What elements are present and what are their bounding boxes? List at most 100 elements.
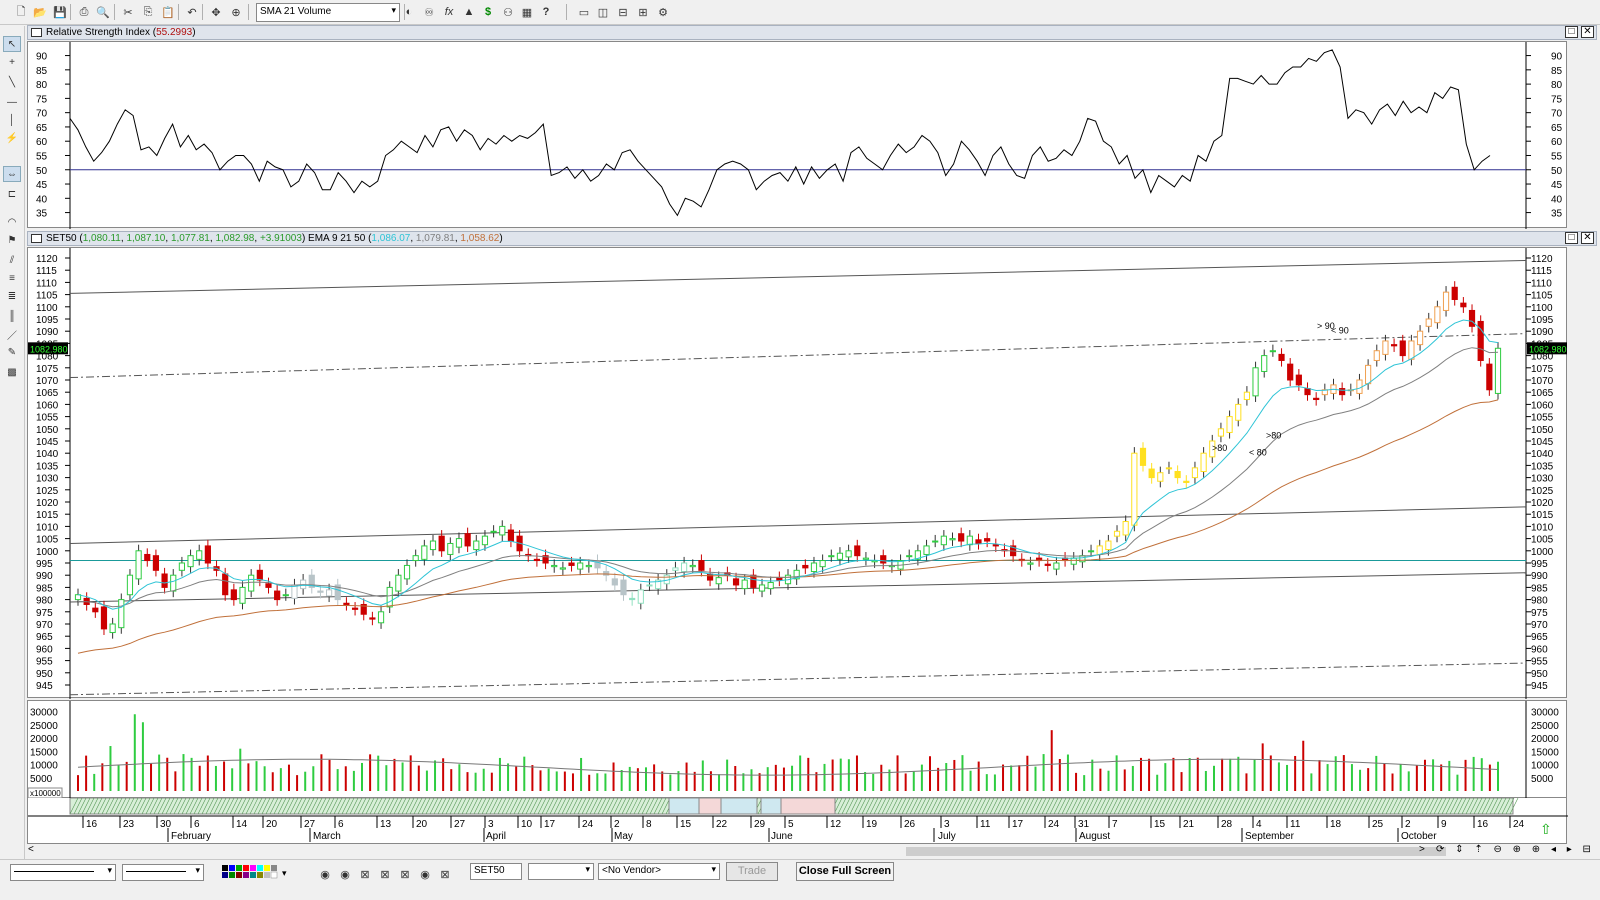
exchange-select[interactable]: ▾ bbox=[528, 863, 594, 880]
paste-icon[interactable]: 📋 bbox=[159, 3, 177, 21]
channel-icon[interactable]: ⇔ bbox=[3, 166, 21, 182]
maximize-icon[interactable]: □ bbox=[1565, 26, 1578, 38]
price-plot: 1120 11201115 11151110 11101105 11051100 1100… bbox=[28, 248, 1567, 699]
ellipse-icon[interactable]: ⊏ bbox=[3, 186, 21, 202]
color-palette[interactable]: ▾ bbox=[222, 864, 292, 881]
excel-icon[interactable]: ⊠ bbox=[376, 865, 394, 883]
maximize-icon[interactable]: □ bbox=[1565, 232, 1578, 244]
price-tick-label-left: 1055 bbox=[36, 413, 59, 424]
flag-icon[interactable]: ⚑ bbox=[3, 232, 21, 248]
day-label: 7 bbox=[1112, 819, 1118, 830]
arc-icon[interactable]: ◠ bbox=[3, 214, 21, 230]
scroll-left-icon[interactable]: < bbox=[28, 844, 34, 855]
scroll-right-icon[interactable]: > bbox=[1419, 844, 1425, 855]
price-tick-label-right: 990 bbox=[1531, 571, 1548, 582]
toggle-icon[interactable]: ◐ bbox=[400, 3, 418, 21]
crosshair-icon[interactable]: + bbox=[3, 54, 21, 70]
pan-icon[interactable]: ✥ bbox=[207, 3, 225, 21]
tile-icon[interactable]: ⊞ bbox=[634, 3, 652, 21]
candle-body bbox=[854, 545, 861, 557]
retracement-icon[interactable]: ≡ bbox=[3, 270, 21, 286]
scroll-controls-icon[interactable]: ⟳ ⇕ ⇡ ⊖ ⊕ ⊕ ◂ ▸ ⊟ bbox=[1436, 844, 1595, 855]
chrome-icon[interactable]: ◉ bbox=[416, 865, 434, 883]
zoom-icon[interactable]: ⊕ bbox=[227, 3, 245, 21]
glasses-icon[interactable]: ♾ bbox=[420, 3, 438, 21]
rsi-chart[interactable]: 90 90 85 85 80 80 75 75 70 70 65 65 60 60 55 55 50 50 45 45… bbox=[27, 41, 1567, 229]
line-width-select[interactable]: ▾ bbox=[122, 864, 204, 881]
rsi-pane-title: Relative Strength Index (55.2993) □ ✕ bbox=[27, 25, 1597, 40]
candle-body bbox=[1165, 467, 1173, 470]
dollar-icon[interactable]: $ bbox=[479, 3, 497, 21]
line-icon[interactable]: ╲ bbox=[3, 74, 21, 90]
close-full-screen-button[interactable]: Close Full Screen bbox=[796, 862, 894, 881]
brush-icon[interactable]: ✎ bbox=[3, 344, 21, 360]
line-style-select[interactable]: ▾ bbox=[10, 864, 116, 881]
binoculars-icon[interactable]: ⚇ bbox=[499, 3, 517, 21]
price-tick-label-left: 1100 bbox=[36, 303, 58, 314]
cycle-icon[interactable]: ≣ bbox=[3, 288, 21, 304]
chrome-icon[interactable]: ◉ bbox=[316, 865, 334, 883]
split-vertical-icon[interactable]: ◫ bbox=[594, 3, 612, 21]
candle-body bbox=[126, 574, 134, 596]
month-label: September bbox=[1245, 831, 1295, 842]
ema50-line bbox=[77, 399, 1499, 654]
time-lines-icon[interactable]: ║ bbox=[3, 308, 21, 324]
candle-body bbox=[1044, 563, 1051, 566]
new-icon[interactable]: 🗋 bbox=[12, 3, 30, 21]
ohlc-high: 1,087.10 bbox=[126, 233, 166, 244]
price-tick-label-left: 1115 bbox=[36, 266, 57, 277]
trend-icon[interactable]: ▲ bbox=[460, 3, 478, 21]
chrome-icon[interactable]: ◉ bbox=[336, 865, 354, 883]
print-preview-icon[interactable]: 🔍 bbox=[94, 3, 112, 21]
volume-sma-line bbox=[77, 758, 1499, 776]
trade-button[interactable]: Trade bbox=[726, 862, 778, 881]
pointer-icon[interactable]: ↖ bbox=[3, 36, 21, 52]
candle-body bbox=[906, 555, 913, 558]
excel-icon[interactable]: ⊠ bbox=[436, 865, 454, 883]
print-icon[interactable]: ⎙ bbox=[75, 3, 93, 21]
horizontal-line-icon[interactable]: — bbox=[3, 94, 21, 110]
fibonacci-icon[interactable]: ⚡ bbox=[3, 130, 21, 146]
candle-body bbox=[92, 607, 99, 613]
function-icon[interactable]: fx bbox=[440, 3, 458, 21]
undo-icon[interactable]: ↶ bbox=[183, 3, 201, 21]
volume-chart[interactable]: 30000 30000 25000 25000 20000 20000 15000 15000… bbox=[27, 700, 1567, 799]
copy-icon[interactable]: ⎘ bbox=[139, 3, 157, 21]
save-icon[interactable]: 💾 bbox=[51, 3, 69, 21]
price-tick-label-left: 1090 bbox=[36, 327, 59, 338]
day-label: 18 bbox=[1330, 819, 1342, 830]
open-icon[interactable]: 📂 bbox=[31, 3, 49, 21]
rsi-title-suffix: ) bbox=[192, 27, 196, 38]
close-icon[interactable]: ✕ bbox=[1581, 26, 1594, 38]
pen-icon[interactable]: ／ bbox=[3, 326, 21, 342]
split-horizontal-icon[interactable]: ⊟ bbox=[614, 3, 632, 21]
excel-icon[interactable]: ⊠ bbox=[356, 865, 374, 883]
settings-icon[interactable]: ⚙ bbox=[654, 3, 672, 21]
cut-icon[interactable]: ✂ bbox=[119, 3, 137, 21]
volume-plot: 30000 30000 25000 25000 20000 20000 15000 15000… bbox=[27, 701, 1559, 799]
close-icon[interactable]: ✕ bbox=[1581, 232, 1594, 244]
chevron-down-icon: ▾ bbox=[195, 865, 200, 875]
help-icon[interactable]: ? bbox=[537, 3, 555, 21]
day-label: 3 bbox=[488, 819, 494, 830]
fan-icon[interactable]: ⫽ bbox=[3, 252, 21, 268]
day-label: 13 bbox=[380, 819, 392, 830]
excel-icon[interactable]: ⊠ bbox=[396, 865, 414, 883]
candle-body bbox=[204, 545, 211, 564]
scroll-thumb[interactable] bbox=[906, 847, 1446, 856]
horizontal-scrollbar[interactable]: < > ⟳ ⇕ ⇡ ⊖ ⊕ ⊕ ◂ ▸ ⊟ bbox=[26, 844, 1600, 858]
price-chart[interactable]: 1120 1120 1115 1115 1110 1110 1105 1105 1100 1100… bbox=[27, 247, 1567, 699]
rsi-tick-label-right: 70 bbox=[1551, 109, 1563, 120]
window-icon[interactable]: ▭ bbox=[575, 3, 593, 21]
vendor-select[interactable]: <No Vendor> ▾ bbox=[598, 863, 720, 880]
grid-icon[interactable]: ▩ bbox=[3, 364, 21, 380]
day-label: 14 bbox=[236, 819, 248, 830]
candle-body bbox=[1243, 391, 1251, 401]
symbol-input[interactable]: SET50 bbox=[470, 863, 522, 880]
rsi-tick-label-right: 35 bbox=[1551, 209, 1563, 220]
day-label: 12 bbox=[830, 819, 842, 830]
day-label: 8 bbox=[646, 819, 652, 830]
indicator-select[interactable]: SMA 21 Volume ▾ bbox=[256, 3, 400, 22]
vertical-line-icon[interactable]: │ bbox=[3, 112, 21, 128]
calendar-icon[interactable]: ▦ bbox=[518, 3, 536, 21]
